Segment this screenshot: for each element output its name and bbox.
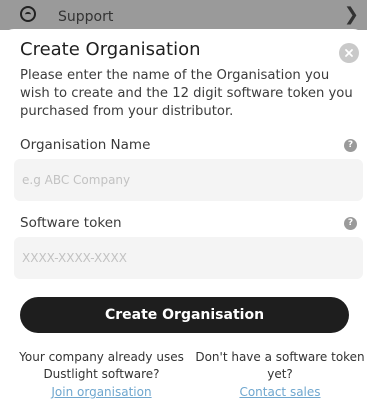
dialog-title: Create Organisation	[20, 39, 201, 60]
join-organisation-section: Your company already uses Dustlight soft…	[14, 349, 189, 401]
help-icon[interactable]: ?	[344, 217, 357, 230]
screen: Support ❯ Create Organisation Please ent…	[0, 0, 367, 403]
create-organisation-dialog: Create Organisation Please enter the nam…	[0, 29, 367, 403]
chevron-right-icon: ❯	[343, 4, 359, 25]
join-organisation-prompt: Your company already uses Dustlight soft…	[19, 350, 184, 381]
support-icon	[20, 6, 36, 22]
help-icon[interactable]: ?	[344, 139, 357, 152]
organisation-name-label: Organisation Name	[20, 137, 151, 153]
contact-sales-section: Don't have a software token yet? Contact…	[193, 349, 367, 401]
dialog-description: Please enter the name of the Organisatio…	[20, 68, 353, 119]
close-button[interactable]	[339, 43, 359, 63]
software-token-input[interactable]	[14, 237, 363, 279]
organisation-name-input[interactable]	[14, 159, 363, 201]
software-token-label: Software token	[20, 215, 122, 231]
close-icon	[345, 49, 353, 57]
join-organisation-link[interactable]: Join organisation	[51, 384, 151, 401]
contact-sales-link[interactable]: Contact sales	[239, 384, 320, 401]
contact-sales-prompt: Don't have a software token yet?	[195, 350, 365, 381]
create-organisation-button[interactable]: Create Organisation	[20, 297, 349, 333]
background-list-item-support: Support ❯	[0, 0, 367, 30]
background-item-label: Support	[58, 9, 114, 25]
